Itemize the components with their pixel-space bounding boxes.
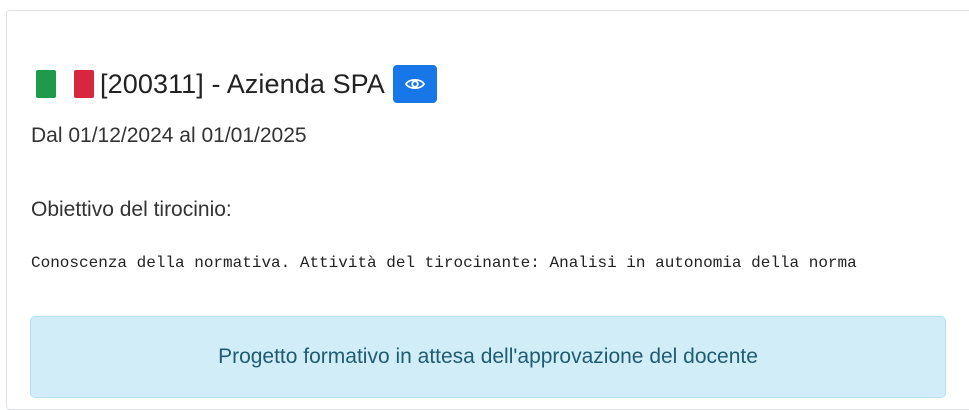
- internship-header: [200311] - Azienda SPA: [31, 64, 437, 104]
- approval-status-alert: Progetto formativo in attesa dell'approv…: [30, 316, 946, 398]
- eye-icon: [404, 78, 425, 90]
- company-title: [200311] - Azienda SPA: [100, 68, 385, 99]
- italy-flag-red-stripe: [74, 70, 94, 98]
- objective-text: Conoscenza della normativa. Attività del…: [31, 254, 857, 272]
- italy-flag-white-stripe: [56, 70, 74, 98]
- internship-period: Dal 01/12/2024 al 01/01/2025: [31, 124, 307, 147]
- view-project-button[interactable]: [392, 65, 437, 103]
- alert-message: Progetto formativo in attesa dell'approv…: [218, 345, 758, 368]
- italy-flag-green-stripe: [36, 70, 56, 98]
- objective-label: Obiettivo del tirocinio:: [31, 198, 232, 221]
